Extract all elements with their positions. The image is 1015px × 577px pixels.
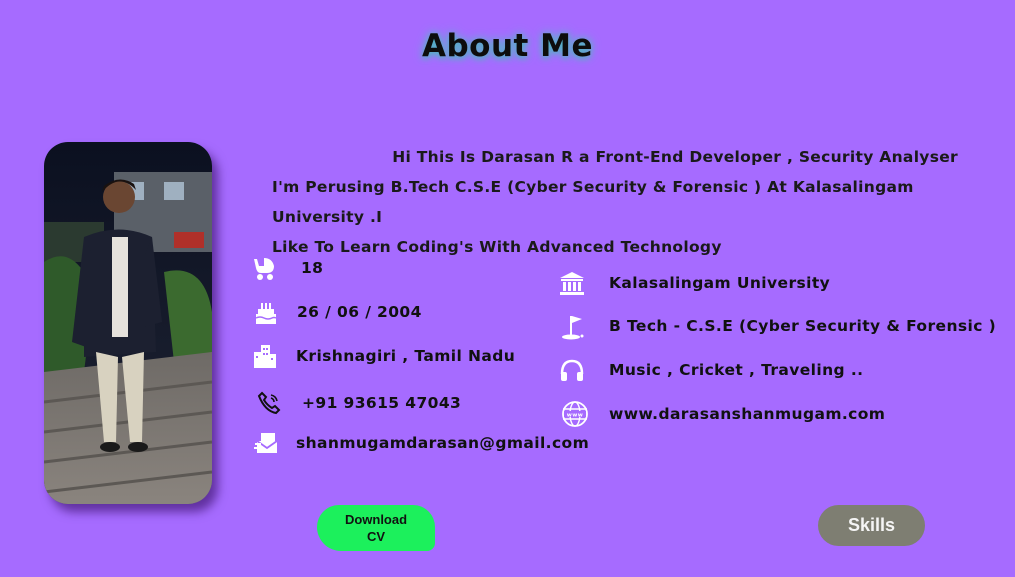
profile-photo bbox=[44, 142, 212, 504]
dob-row: 26 / 06 / 2004 bbox=[251, 297, 422, 327]
phone-value: +91 93615 47043 bbox=[302, 394, 462, 412]
degree-value: B Tech - C.S.E (Cyber Security & Forensi… bbox=[609, 317, 997, 335]
phone-row: +91 93615 47043 bbox=[254, 388, 461, 418]
headphones-icon bbox=[557, 355, 587, 385]
location-row: Krishnagiri , Tamil Nadu bbox=[250, 341, 515, 371]
baby-carriage-icon bbox=[249, 253, 279, 283]
city-buildings-icon bbox=[250, 341, 280, 371]
phone-icon bbox=[254, 388, 284, 418]
download-cv-label: Download CV bbox=[344, 512, 408, 544]
skills-button[interactable]: Skills bbox=[818, 505, 925, 546]
university-building-icon bbox=[557, 268, 587, 298]
university-row: Kalasalingam University bbox=[557, 268, 830, 298]
dob-value: 26 / 06 / 2004 bbox=[297, 303, 422, 321]
birthday-cake-icon bbox=[251, 297, 281, 327]
hobbies-value: Music , Cricket , Traveling .. bbox=[609, 361, 864, 379]
email-value[interactable]: shanmugamdarasan@gmail.com bbox=[296, 434, 589, 452]
email-row: shanmugamdarasan@gmail.com bbox=[252, 428, 589, 458]
age-row: 18 bbox=[249, 253, 323, 283]
globe-www-icon: www bbox=[560, 399, 590, 429]
intro-paragraph: Hi This Is Darasan R a Front-End Develop… bbox=[272, 142, 962, 262]
page-title: About Me bbox=[421, 28, 594, 64]
graduation-flag-icon bbox=[557, 311, 587, 341]
intro-line-2: I'm Perusing B.Tech C.S.E (Cyber Securit… bbox=[272, 178, 914, 226]
degree-row: B Tech - C.S.E (Cyber Security & Forensi… bbox=[557, 311, 996, 341]
age-value: 18 bbox=[301, 259, 324, 277]
location-value: Krishnagiri , Tamil Nadu bbox=[296, 347, 516, 365]
intro-line-1: Hi This Is Darasan R a Front-End Develop… bbox=[392, 148, 958, 166]
download-cv-button[interactable]: Download CV bbox=[317, 505, 435, 551]
hobbies-row: Music , Cricket , Traveling .. bbox=[557, 355, 863, 385]
university-value: Kalasalingam University bbox=[609, 274, 831, 292]
svg-text:www: www bbox=[567, 412, 583, 418]
mail-icon bbox=[252, 428, 282, 458]
website-row: www www.darasanshanmugam.com bbox=[560, 399, 885, 429]
intro-line-3: Like To Learn Coding's With Advanced Tec… bbox=[272, 238, 722, 256]
skills-label: Skills bbox=[847, 515, 896, 535]
website-value[interactable]: www.darasanshanmugam.com bbox=[609, 405, 885, 423]
